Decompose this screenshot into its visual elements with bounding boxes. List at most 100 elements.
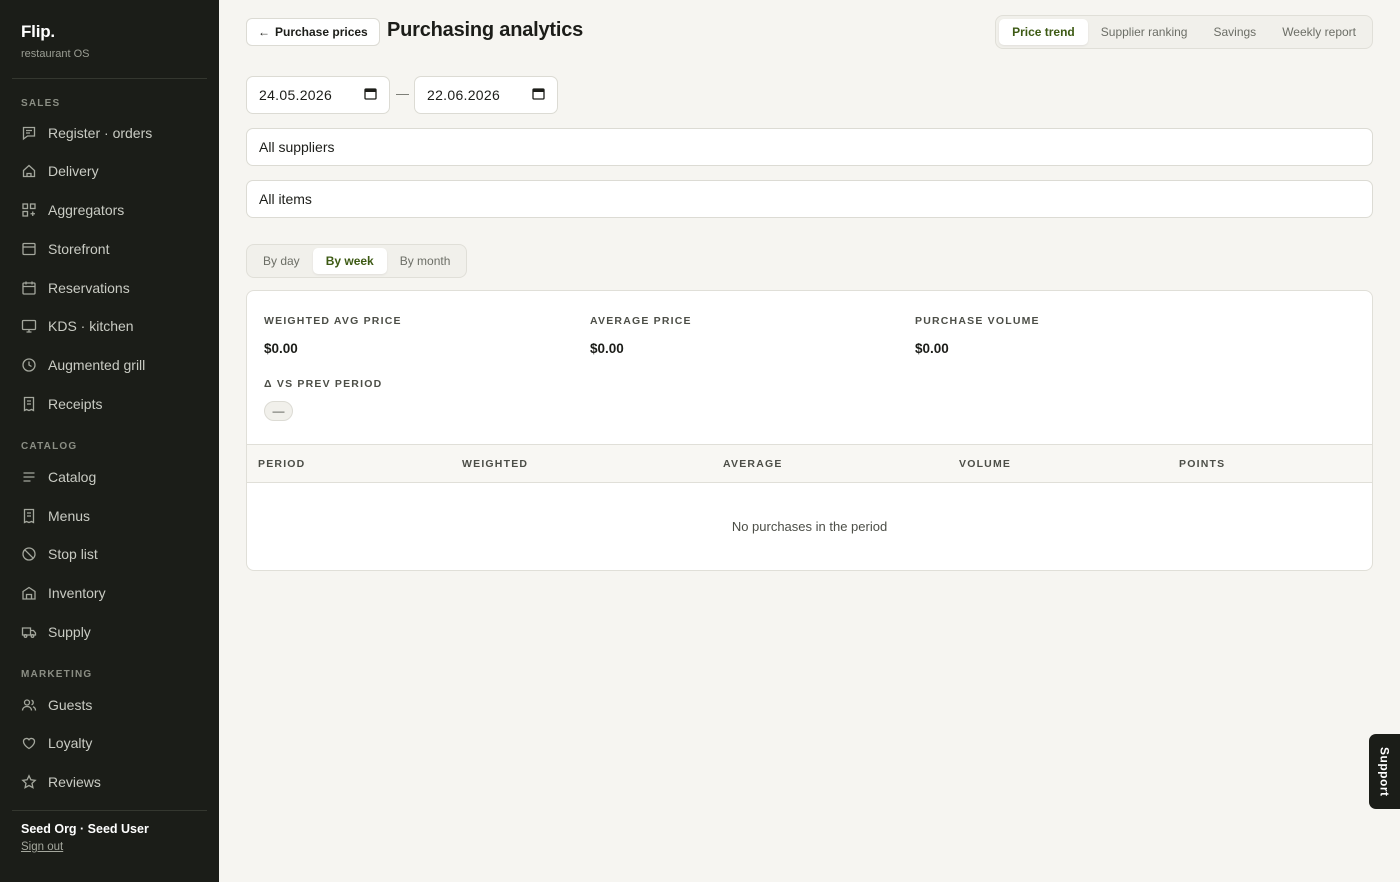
sidebar-item-label: Receipts [48, 396, 103, 412]
column-header-period: PERIOD [258, 458, 306, 470]
table-header: PERIOD WEIGHTED AVERAGE VOLUME POINTS [247, 444, 1372, 483]
date-separator: — [396, 86, 409, 101]
items-select-value: All items [259, 191, 312, 207]
sidebar-item-kds-kitchen[interactable]: KDS · kitchen [12, 310, 207, 342]
home-icon [21, 163, 37, 179]
support-button[interactable]: Support [1369, 734, 1400, 809]
calendar-icon [21, 280, 37, 296]
metric-delta-vs-prev: Δ VS PREV PERIOD [264, 378, 382, 390]
date-from-value: 24.05.2026 [259, 87, 333, 103]
sidebar-item-register-orders[interactable]: Register · orders [12, 117, 207, 149]
tab-supplier-ranking[interactable]: Supplier ranking [1088, 19, 1201, 45]
column-header-weighted: WEIGHTED [462, 458, 529, 470]
price-trend-card: WEIGHTED AVG PRICE $0.00 AVERAGE PRICE $… [246, 290, 1373, 571]
brand-logo[interactable]: Flip. [21, 22, 89, 42]
delta-badge: — [264, 401, 293, 421]
metric-average-price: AVERAGE PRICE $0.00 [590, 315, 692, 356]
granularity-by-week[interactable]: By week [312, 248, 387, 274]
sidebar-item-augmented-grill[interactable]: Augmented grill [12, 349, 207, 381]
sidebar-divider [12, 78, 207, 79]
tab-savings[interactable]: Savings [1200, 19, 1269, 45]
sidebar-item-receipts[interactable]: Receipts [12, 388, 207, 420]
granularity-by-day[interactable]: By day [250, 248, 313, 274]
back-to-purchase-prices-button[interactable]: ← Purchase prices [246, 18, 380, 46]
sidebar-item-label: Inventory [48, 585, 106, 601]
receipt-chat-icon [21, 125, 37, 141]
column-header-average: AVERAGE [723, 458, 783, 470]
receipt-icon [21, 396, 37, 412]
column-header-volume: VOLUME [959, 458, 1012, 470]
sidebar-item-label: Delivery [48, 163, 99, 179]
section-label-catalog: CATALOG [21, 441, 78, 452]
tab-weekly-report[interactable]: Weekly report [1269, 19, 1369, 45]
heart-icon [21, 735, 37, 751]
metric-label: Δ VS PREV PERIOD [264, 378, 383, 390]
sidebar-item-storefront[interactable]: Storefront [12, 233, 207, 265]
window-icon [21, 241, 37, 257]
items-select[interactable]: All items [246, 180, 1373, 218]
sidebar-item-reviews[interactable]: Reviews [12, 766, 207, 798]
sidebar-item-label: Aggregators [48, 202, 125, 218]
receipt-icon [21, 508, 37, 524]
sidebar-item-inventory[interactable]: Inventory [12, 577, 207, 609]
clock-icon [21, 357, 37, 373]
sidebar-item-label: Catalog [48, 469, 97, 485]
analytics-tabs: Price trend Supplier ranking Savings Wee… [995, 15, 1373, 49]
users-icon [21, 697, 37, 713]
metric-label: WEIGHTED AVG PRICE [264, 315, 402, 327]
metric-value: $0.00 [915, 341, 949, 356]
sidebar-item-label: Stop list [48, 546, 98, 562]
support-label: Support [1377, 746, 1392, 797]
sidebar-item-supply[interactable]: Supply [12, 616, 207, 648]
sidebar-item-menus[interactable]: Menus [12, 500, 207, 532]
date-to-value: 22.06.2026 [427, 87, 501, 103]
truck-icon [21, 624, 37, 640]
sidebar-item-label: KDS · kitchen [48, 318, 134, 334]
metric-label: AVERAGE PRICE [590, 315, 692, 327]
page-title: Purchasing analytics [387, 19, 584, 41]
tab-price-trend[interactable]: Price trend [999, 19, 1088, 45]
metric-weighted-avg-price: WEIGHTED AVG PRICE $0.00 [264, 315, 402, 356]
sidebar-item-guests[interactable]: Guests [12, 689, 207, 721]
date-from-input[interactable]: 24.05.2026 [246, 76, 390, 114]
sidebar-item-catalog[interactable]: Catalog [12, 461, 207, 493]
calendar-icon[interactable] [532, 87, 545, 103]
metric-label: PURCHASE VOLUME [915, 315, 1040, 327]
sidebar: Flip. restaurant OS SALES Register · ord… [0, 0, 219, 882]
sidebar-item-stop-list[interactable]: Stop list [12, 538, 207, 570]
sidebar-item-reservations[interactable]: Reservations [12, 272, 207, 304]
sidebar-item-label: Augmented grill [48, 357, 146, 373]
sidebar-item-label: Storefront [48, 241, 110, 257]
monitor-icon [21, 318, 37, 334]
date-to-input[interactable]: 22.06.2026 [414, 76, 558, 114]
sidebar-item-label: Register · orders [48, 125, 153, 141]
metric-value: $0.00 [590, 341, 624, 356]
supplier-select[interactable]: All suppliers [246, 128, 1373, 166]
sidebar-item-label: Reservations [48, 280, 130, 296]
brand-subtitle: restaurant OS [21, 48, 90, 60]
user-name: Seed Org · Seed User [21, 822, 149, 836]
granularity-toggle: By day By week By month [246, 244, 468, 278]
column-header-points: POINTS [1179, 458, 1226, 470]
list-icon [21, 469, 37, 485]
section-label-marketing: MARKETING [21, 669, 93, 680]
back-button-label: Purchase prices [275, 25, 368, 39]
ban-icon [21, 546, 37, 562]
metric-value: $0.00 [264, 341, 298, 356]
sidebar-item-delivery[interactable]: Delivery [12, 155, 207, 187]
empty-state-message: No purchases in the period [731, 519, 888, 534]
brand: Flip. restaurant OS [21, 22, 89, 60]
sidebar-divider [12, 810, 207, 811]
metric-purchase-volume: PURCHASE VOLUME $0.00 [915, 315, 1040, 356]
supplier-select-value: All suppliers [259, 139, 335, 155]
sign-out-link[interactable]: Sign out [21, 841, 63, 853]
sidebar-item-loyalty[interactable]: Loyalty [12, 727, 207, 759]
sidebar-item-label: Reviews [48, 774, 101, 790]
sidebar-item-aggregators[interactable]: Aggregators [12, 194, 207, 226]
section-label-sales: SALES [21, 98, 61, 109]
warehouse-icon [21, 585, 37, 601]
star-icon [21, 774, 37, 790]
calendar-icon[interactable] [364, 87, 377, 103]
grid-plus-icon [21, 202, 37, 218]
granularity-by-month[interactable]: By month [387, 248, 464, 274]
